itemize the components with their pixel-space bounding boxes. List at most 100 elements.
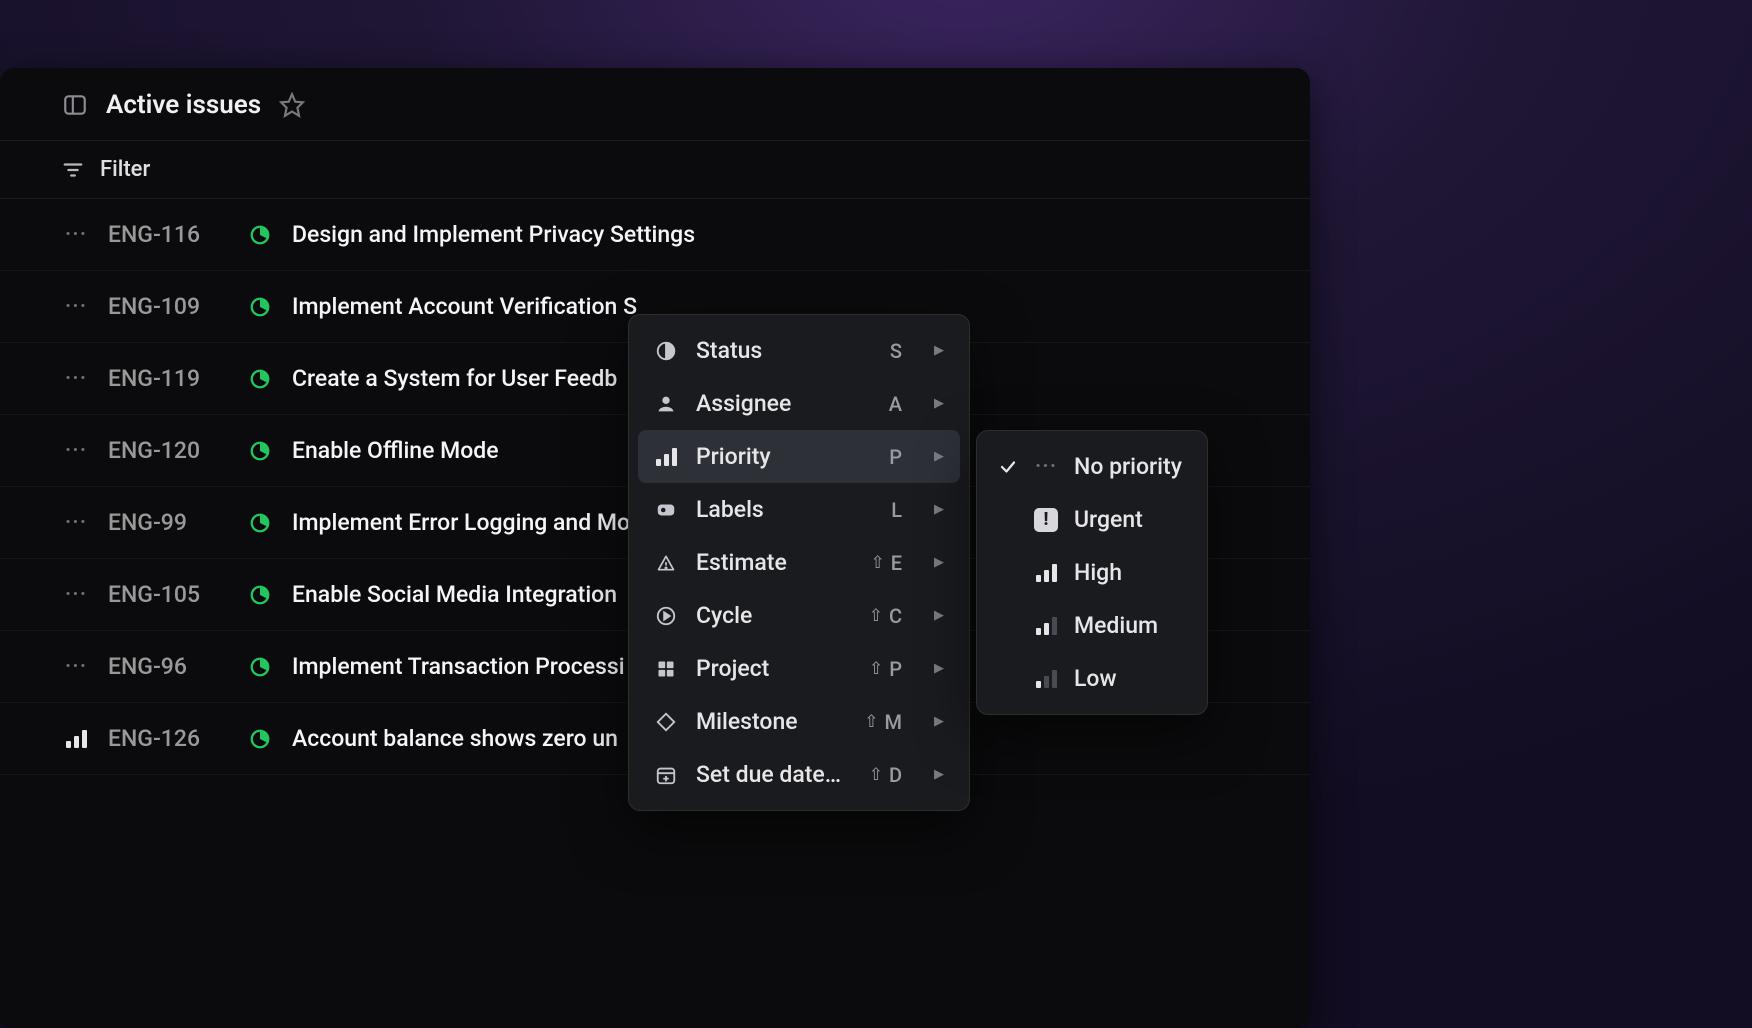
menu-item-label: Assignee	[696, 390, 871, 417]
menu-item-priority[interactable]: Priority P ▶	[638, 430, 960, 483]
priority-option-urgent[interactable]: ! Urgent	[986, 493, 1198, 546]
menu-item-cycle[interactable]: Cycle ⇧C ▶	[638, 589, 960, 642]
status-icon[interactable]	[246, 296, 274, 318]
cycle-icon	[654, 604, 678, 628]
priority-option-high[interactable]: High	[986, 546, 1198, 599]
milestone-icon	[654, 710, 678, 734]
menu-item-set-due-date[interactable]: Set due date…⇧D▶	[638, 748, 960, 801]
priority-high-icon	[1036, 564, 1057, 582]
check-icon	[998, 458, 1018, 476]
menu-item-label: Estimate	[696, 549, 852, 576]
menu-item-label: Project	[696, 655, 851, 682]
issue-title: Implement Account Verification S	[292, 293, 637, 320]
priority-option-no-priority[interactable]: ··· No priority	[986, 440, 1198, 493]
priority-option-low[interactable]: Low	[986, 652, 1198, 705]
no-priority-icon: ···	[65, 222, 87, 247]
shortcut: L	[891, 498, 902, 522]
issue-row[interactable]: ···ENG-116Design and Implement Privacy S…	[0, 199, 1310, 271]
menu-item-labels[interactable]: LabelsL▶	[638, 483, 960, 536]
submenu-arrow-icon: ▶	[934, 555, 944, 570]
shortcut: P	[889, 445, 902, 469]
menu-item-label: Labels	[696, 496, 873, 523]
issue-id: ENG-119	[108, 365, 228, 392]
priority-submenu: ··· No priority! Urgent High Medium Low	[976, 430, 1208, 715]
issue-title: Implement Transaction Processi	[292, 653, 625, 680]
submenu-arrow-icon: ▶	[934, 343, 944, 358]
shortcut: S	[890, 339, 902, 363]
priority-medium-icon	[1036, 617, 1057, 635]
submenu-arrow-icon: ▶	[934, 449, 944, 464]
no-priority-icon: ···	[65, 366, 87, 391]
panel-toggle-icon[interactable]	[62, 92, 88, 118]
shortcut: A	[889, 392, 902, 416]
shortcut: ⇧D	[869, 763, 902, 787]
priority-indicator[interactable]: ···	[62, 510, 90, 535]
priority-indicator[interactable]: ···	[62, 654, 90, 679]
issue-title: Account balance shows zero un	[292, 725, 618, 752]
priority-option-medium[interactable]: Medium	[986, 599, 1198, 652]
issue-id: ENG-109	[108, 293, 228, 320]
status-icon[interactable]	[246, 728, 274, 750]
menu-item-label: Status	[696, 337, 872, 364]
status-icon[interactable]	[246, 440, 274, 462]
status-icon[interactable]	[246, 368, 274, 390]
context-menu: StatusS▶AssigneeA▶PriorityP▶LabelsL▶Esti…	[628, 314, 970, 811]
status-icon	[654, 339, 678, 363]
menu-item-project[interactable]: Project⇧P▶	[638, 642, 960, 695]
issue-id: ENG-105	[108, 581, 228, 608]
status-icon[interactable]	[246, 584, 274, 606]
status-icon[interactable]	[246, 224, 274, 246]
issue-title: Create a System for User Feedb	[292, 365, 617, 392]
no-priority-icon: ···	[65, 654, 87, 679]
priority-indicator[interactable]: ···	[62, 582, 90, 607]
menu-item-label: Cycle	[696, 602, 851, 629]
priority-low-icon	[1036, 670, 1057, 688]
menu-item-status[interactable]: Status S ▶	[638, 324, 960, 377]
urgent-icon: !	[1034, 508, 1058, 532]
menu-item-label: Priority	[696, 443, 871, 470]
issue-title: Implement Error Logging and Mo	[292, 509, 630, 536]
shortcut: ⇧C	[869, 604, 902, 628]
status-icon[interactable]	[246, 512, 274, 534]
label-icon	[654, 498, 678, 522]
priority-option-label: Low	[1074, 665, 1117, 692]
submenu-arrow-icon: ▶	[934, 608, 944, 623]
priority-indicator[interactable]: ···	[62, 366, 90, 391]
issue-id: ENG-120	[108, 437, 228, 464]
no-priority-icon: ···	[65, 510, 87, 535]
priority-option-label: High	[1074, 559, 1122, 586]
no-priority-icon: ···	[65, 438, 87, 463]
menu-item-estimate[interactable]: Estimate ⇧E ▶	[638, 536, 960, 589]
shortcut: ⇧P	[869, 657, 902, 681]
filter-label[interactable]: Filter	[100, 157, 150, 182]
priority-option-label: No priority	[1074, 453, 1182, 480]
menu-item-label: Milestone	[696, 708, 846, 735]
estimate-icon	[654, 551, 678, 575]
menu-item-label: Set due date…	[696, 761, 851, 788]
project-icon	[654, 657, 678, 681]
priority-indicator[interactable]: ···	[62, 438, 90, 463]
issue-id: ENG-116	[108, 221, 228, 248]
priority-indicator[interactable]: ···	[62, 294, 90, 319]
no-priority-icon: ···	[65, 294, 87, 319]
star-icon[interactable]	[279, 92, 305, 118]
issue-id: ENG-126	[108, 725, 228, 752]
priority-indicator[interactable]	[62, 730, 90, 748]
issue-title: Enable Offline Mode	[292, 437, 499, 464]
priority-bars-icon	[66, 730, 87, 748]
status-icon[interactable]	[246, 656, 274, 678]
shortcut: ⇧E	[870, 551, 902, 575]
priority-bars-icon	[654, 445, 678, 469]
submenu-arrow-icon: ▶	[934, 714, 944, 729]
header-bar: Active issues	[0, 68, 1310, 141]
no-priority-icon: ···	[1035, 454, 1057, 479]
menu-item-assignee[interactable]: Assignee A ▶	[638, 377, 960, 430]
priority-option-label: Urgent	[1074, 506, 1143, 533]
priority-indicator[interactable]: ···	[62, 222, 90, 247]
assignee-icon	[654, 392, 678, 416]
issue-title: Enable Social Media Integration	[292, 581, 617, 608]
filter-bar: Filter	[0, 141, 1310, 199]
menu-item-milestone[interactable]: Milestone⇧M▶	[638, 695, 960, 748]
filter-icon[interactable]	[62, 159, 84, 181]
submenu-arrow-icon: ▶	[934, 396, 944, 411]
